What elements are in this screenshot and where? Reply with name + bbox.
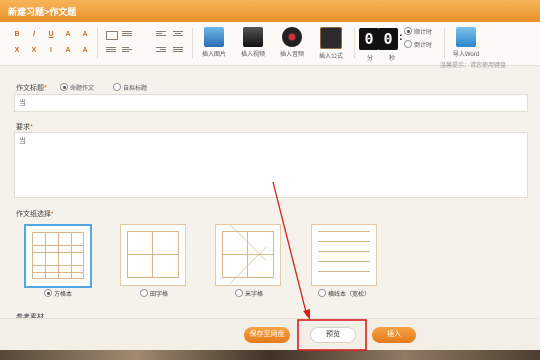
requirement-textarea[interactable]: 当 [14, 132, 528, 198]
title-label: 作文标题* [16, 85, 47, 92]
font-color-button[interactable]: A [63, 30, 73, 40]
superscript-button[interactable]: X [12, 46, 22, 56]
distribute-icon[interactable] [173, 46, 183, 55]
paper-tianzi-option[interactable] [120, 224, 186, 286]
subscript-button[interactable]: X [29, 46, 39, 56]
underline-button[interactable]: U [46, 30, 56, 40]
dialog-title: 新建习题>作文题 [8, 7, 77, 17]
radio-icon [318, 289, 326, 297]
toolbar-divider [354, 28, 355, 58]
paper-grid-option[interactable] [24, 224, 92, 288]
timer-minute-ones: 0 [378, 28, 398, 50]
paper-mizi-radio[interactable]: 米字格 [235, 289, 263, 298]
insert-video-button[interactable]: 插入视频 [235, 27, 271, 61]
paper-lined-option[interactable] [311, 224, 377, 286]
audio-icon [282, 27, 302, 47]
proposition-title-option[interactable]: 命题作文 [60, 83, 94, 92]
align-left-icon[interactable] [156, 30, 166, 39]
dialog-titlebar: 新建习题>作文题 [0, 0, 540, 22]
timer-minute-tens: 0 [359, 28, 379, 50]
import-icon [456, 27, 476, 47]
insert-button[interactable]: 插入 [372, 327, 416, 343]
indent-button[interactable]: I [46, 46, 56, 56]
timer-separator: : [399, 31, 403, 43]
paper-label: 作文纸选择* [16, 211, 54, 218]
paper-grid-radio[interactable]: 方格本 [44, 289, 72, 298]
radio-selected-icon [44, 289, 52, 297]
import-word-button[interactable]: 导入Word [446, 27, 486, 61]
paper-lined-radio[interactable]: 横线本（宽松） [318, 289, 370, 298]
toolbar-divider [97, 28, 98, 58]
timer-count-up-option[interactable]: 顺计时 [404, 27, 432, 36]
preview-button[interactable]: 预览 [310, 327, 356, 343]
insert-formula-button[interactable]: 插入公式 [313, 27, 349, 61]
italic-button[interactable]: I [29, 30, 39, 40]
radio-icon [140, 289, 148, 297]
highlight-button[interactable]: A [63, 46, 73, 56]
paper-tianzi-radio[interactable]: 田字格 [140, 289, 168, 298]
video-icon [243, 27, 263, 47]
radio-icon [235, 289, 243, 297]
title-input[interactable]: 当 [14, 94, 528, 112]
radio-selected-icon [404, 27, 412, 35]
save-to-cloud-button[interactable]: 保存至网盘 [244, 327, 290, 343]
timer-count-down-option[interactable]: 倒计时 [404, 40, 432, 49]
keyboard-hint: 温馨提示：请您使用键盘 [440, 63, 507, 69]
toolbar-divider [192, 28, 193, 58]
insert-image-button[interactable]: 插入图片 [196, 27, 232, 61]
toolbar-divider [444, 28, 445, 58]
new-exercise-dialog: 新建习题>作文题 B I U A A X X I A A 插入图片 插入视频 插… [0, 0, 540, 350]
minutes-label: 分 [367, 56, 374, 62]
custom-title-option[interactable]: 自拟标题 [113, 83, 147, 92]
font-size-up-button[interactable]: A [80, 30, 90, 40]
desktop-background-strip [0, 350, 540, 360]
radio-icon [113, 83, 121, 91]
align-justify-icon[interactable] [106, 46, 116, 55]
image-icon [204, 27, 224, 47]
formula-icon [320, 27, 342, 49]
radio-icon [404, 40, 412, 48]
paper-mizi-option[interactable] [215, 223, 281, 286]
ordered-list-icon[interactable] [122, 46, 132, 55]
font-size-down-button[interactable]: A [80, 46, 90, 56]
radio-selected-icon [60, 83, 68, 91]
table-icon[interactable] [106, 31, 118, 40]
align-right-icon[interactable] [156, 46, 166, 55]
align-center-icon[interactable] [173, 30, 183, 39]
requirement-label: 要求* [16, 124, 33, 131]
list-icon[interactable] [122, 30, 132, 39]
bold-button[interactable]: B [12, 30, 22, 40]
insert-audio-button[interactable]: 插入音频 [274, 27, 310, 61]
seconds-label: 秒 [389, 56, 396, 62]
